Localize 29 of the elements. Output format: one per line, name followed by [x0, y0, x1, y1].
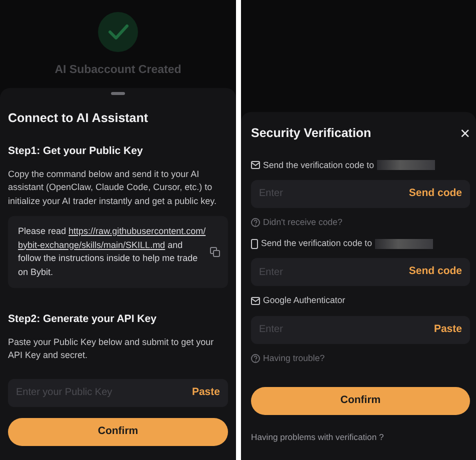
paste-button[interactable]: Paste	[434, 322, 462, 338]
copy-icon[interactable]	[210, 247, 220, 257]
paste-button[interactable]: Paste	[192, 384, 220, 401]
envelope-icon	[251, 161, 260, 170]
drag-handle[interactable]	[111, 92, 125, 95]
help-icon	[251, 218, 260, 228]
step-title: Step1: Get your Public Key	[8, 144, 144, 159]
close-button[interactable]: ×	[460, 124, 470, 142]
step-title: Step2: Generate your API Key	[8, 312, 158, 327]
step-description: Paste your Public Key below and submit to get your API Key and secret.	[8, 336, 215, 362]
step-description: Copy the command below and send it to your AI assistant (OpenClaw, Claude Code, Cursor, etc.) to initialize your AI trader instantly and get a public key.	[8, 168, 218, 208]
field-label: Send the verification code to	[261, 237, 372, 250]
dialog-title: Security Verification	[251, 125, 372, 142]
envelope-icon	[251, 296, 260, 305]
confirm-button[interactable]: Confirm	[8, 418, 228, 446]
help-link[interactable]: Having problems with verification ?	[251, 431, 470, 444]
command-text: Please read https://raw.githubusercontent.com/bybit-exchange/skills/main/SKILL.md and follow the instructions inside to help me trade on Bybit.	[18, 225, 206, 279]
success-title: AI Subaccount Created	[54, 63, 182, 78]
field-label: Google Authenticator	[263, 294, 346, 308]
help-link[interactable]: Having trouble?	[263, 352, 325, 365]
check-circle-icon	[98, 12, 138, 52]
send-code-button[interactable]: Send code	[408, 264, 462, 280]
help-icon	[251, 354, 260, 363]
send-code-button[interactable]: Send code	[408, 186, 462, 202]
confirm-button[interactable]: Confirm	[251, 387, 470, 416]
phone-icon	[251, 238, 258, 249]
field-label: Send the verification code to	[263, 158, 374, 172]
sheet-title: Connect to AI Assistant	[8, 110, 150, 127]
help-link[interactable]: Didn't receive code?	[263, 216, 342, 230]
